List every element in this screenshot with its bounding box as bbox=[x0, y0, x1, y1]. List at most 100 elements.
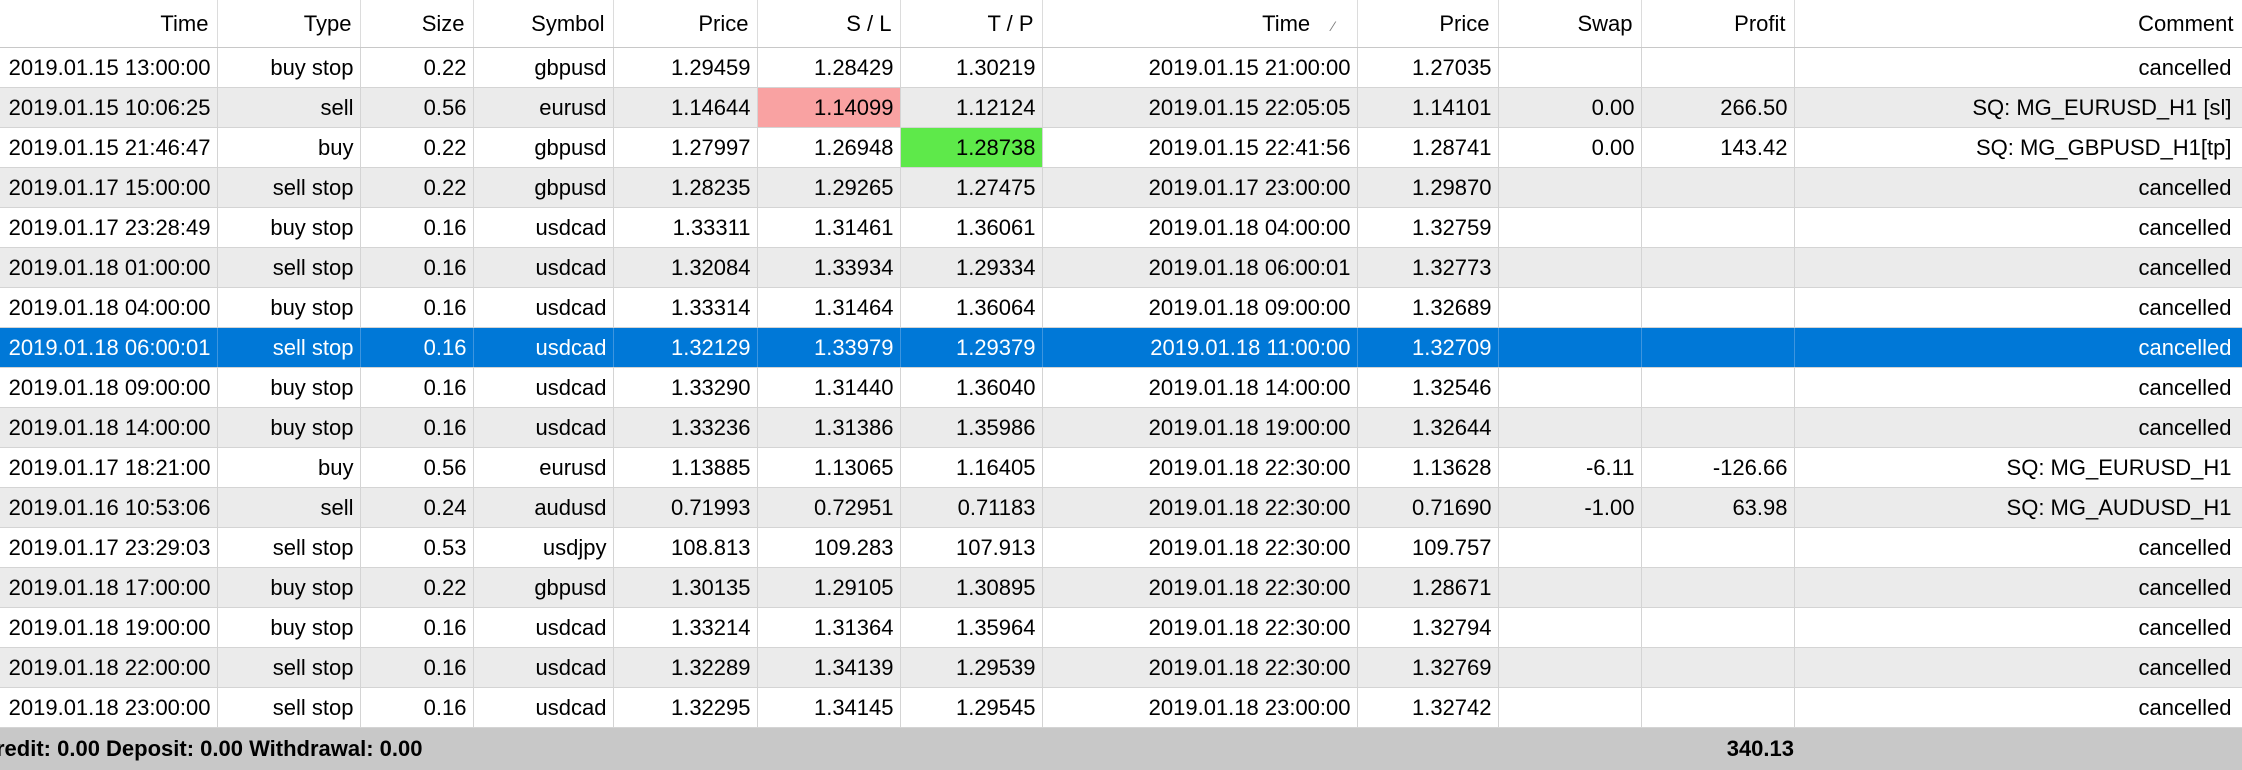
profit-cell bbox=[1641, 407, 1795, 448]
table-row[interactable]: 2019.01.16 10:53:06 sell 0.24 audusd 0.71993… bbox=[0, 487, 2242, 528]
table-row[interactable]: 2019.01.15 13:00:00 buy stop 0.22 gbpusd 1.2… bbox=[0, 47, 2242, 88]
tp-cell: 1.30219 bbox=[900, 47, 1043, 88]
column-header-symbol[interactable]: Symbol bbox=[473, 0, 614, 48]
column-header-close-time[interactable]: Time ⁄ bbox=[1042, 0, 1358, 48]
sl-cell: 1.34139 bbox=[757, 647, 901, 688]
table-row[interactable]: 2019.01.18 04:00:00 buy stop 0.16 usdcad 1.3… bbox=[0, 287, 2242, 328]
tp-cell: 1.29334 bbox=[900, 247, 1043, 288]
header-row: Time Type Size Symbol Price S / L T / P … bbox=[0, 0, 2242, 48]
comment-cell: SQ: MG_AUDUSD_H1 bbox=[1794, 487, 2242, 528]
swap-cell bbox=[1498, 647, 1642, 688]
table-row[interactable]: 2019.01.17 18:21:00 buy 0.56 eurusd 1.13885 1… bbox=[0, 447, 2242, 488]
table-row[interactable]: 2019.01.18 17:00:00 buy stop 0.22 gbpusd 1.3… bbox=[0, 567, 2242, 608]
table-row[interactable]: 2019.01.17 15:00:00 sell stop 0.22 gbpusd 1.… bbox=[0, 167, 2242, 208]
comment-cell: cancelled bbox=[1794, 567, 2242, 608]
open-time-cell: 2019.01.18 04:00:00 bbox=[0, 287, 218, 328]
column-header-label: Size bbox=[421, 10, 465, 36]
comment-cell: cancelled bbox=[1794, 647, 2242, 688]
type-cell: sell bbox=[217, 87, 361, 128]
size-cell: 0.53 bbox=[360, 527, 474, 568]
profit-cell bbox=[1641, 567, 1795, 608]
price-cell: 1.33314 bbox=[613, 287, 758, 328]
tp-cell: 1.12124 bbox=[900, 87, 1043, 128]
type-cell: buy stop bbox=[217, 47, 361, 88]
symbol-cell: gbpusd bbox=[473, 167, 614, 208]
table-row[interactable]: 2019.01.18 23:00:00 sell stop 0.16 usdcad 1.… bbox=[0, 687, 2242, 728]
table-row[interactable]: 2019.01.18 14:00:00 buy stop 0.16 usdcad 1.3… bbox=[0, 407, 2242, 448]
table-row[interactable]: 2019.01.18 19:00:00 buy stop 0.16 usdcad 1.3… bbox=[0, 607, 2242, 648]
swap-cell bbox=[1498, 247, 1642, 288]
table-row[interactable]: 2019.01.18 09:00:00 buy stop 0.16 usdcad 1.3… bbox=[0, 367, 2242, 408]
comment-cell: SQ: MG_GBPUSD_H1[tp] bbox=[1794, 127, 2242, 168]
table-row[interactable]: 2019.01.17 23:28:49 buy stop 0.16 usdcad 1.3… bbox=[0, 207, 2242, 248]
swap-cell bbox=[1498, 207, 1642, 248]
open-time-cell: 2019.01.15 13:00:00 bbox=[0, 47, 218, 88]
column-header-price[interactable]: Price bbox=[613, 0, 758, 48]
swap-cell bbox=[1498, 687, 1642, 728]
summary-bar: redit: 0.00 Deposit: 0.00 Withdrawal: 0.… bbox=[0, 728, 2242, 770]
column-header-close-price[interactable]: Price bbox=[1357, 0, 1499, 48]
tp-cell: 1.29379 bbox=[900, 327, 1043, 368]
column-header-comment[interactable]: Comment bbox=[1794, 0, 2242, 48]
price-cell: 1.14644 bbox=[613, 87, 758, 128]
size-cell: 0.22 bbox=[360, 567, 474, 608]
column-header-type[interactable]: Type bbox=[217, 0, 361, 48]
close-price-cell: 1.32644 bbox=[1357, 407, 1499, 448]
close-time-cell: 2019.01.18 22:30:00 bbox=[1042, 527, 1358, 568]
type-cell: sell stop bbox=[217, 247, 361, 288]
size-cell: 0.56 bbox=[360, 87, 474, 128]
symbol-cell: audusd bbox=[473, 487, 614, 528]
comment-cell: cancelled bbox=[1794, 47, 2242, 88]
table-row[interactable]: 2019.01.17 23:29:03 sell stop 0.53 usdjpy 10… bbox=[0, 527, 2242, 568]
table-row[interactable]: 2019.01.15 10:06:25 sell 0.56 eurusd 1.14644… bbox=[0, 87, 2242, 128]
price-cell: 1.27997 bbox=[613, 127, 758, 168]
close-price-cell: 109.757 bbox=[1357, 527, 1499, 568]
column-header-label: Swap bbox=[1577, 10, 1633, 36]
close-price-cell: 1.32546 bbox=[1357, 367, 1499, 408]
sl-cell: 1.26948 bbox=[757, 127, 901, 168]
size-cell: 0.16 bbox=[360, 407, 474, 448]
sl-cell: 1.14099 bbox=[757, 87, 901, 128]
column-header-open-time[interactable]: Time bbox=[0, 0, 218, 48]
table-body: 2019.01.15 13:00:00 buy stop 0.22 gbpusd 1.2… bbox=[0, 47, 2242, 728]
type-cell: buy stop bbox=[217, 207, 361, 248]
close-price-cell: 1.32759 bbox=[1357, 207, 1499, 248]
close-price-cell: 0.71690 bbox=[1357, 487, 1499, 528]
profit-cell bbox=[1641, 687, 1795, 728]
column-header-sl[interactable]: S / L bbox=[757, 0, 901, 48]
sl-cell: 1.29105 bbox=[757, 567, 901, 608]
open-time-cell: 2019.01.18 01:00:00 bbox=[0, 247, 218, 288]
close-time-cell: 2019.01.18 22:30:00 bbox=[1042, 447, 1358, 488]
tp-cell: 0.71183 bbox=[900, 487, 1043, 528]
column-header-size[interactable]: Size bbox=[360, 0, 474, 48]
size-cell: 0.16 bbox=[360, 327, 474, 368]
type-cell: buy stop bbox=[217, 567, 361, 608]
table-row[interactable]: 2019.01.15 21:46:47 buy 0.22 gbpusd 1.27997 1… bbox=[0, 127, 2242, 168]
tp-cell: 1.35964 bbox=[900, 607, 1043, 648]
column-header-swap[interactable]: Swap bbox=[1498, 0, 1642, 48]
table-row[interactable]: 2019.01.18 06:00:01 sell stop 0.16 usdcad 1.… bbox=[0, 327, 2242, 368]
profit-cell: -126.66 bbox=[1641, 447, 1795, 488]
tp-cell: 1.36061 bbox=[900, 207, 1043, 248]
close-price-cell: 1.32689 bbox=[1357, 287, 1499, 328]
open-time-cell: 2019.01.17 18:21:00 bbox=[0, 447, 218, 488]
table-row[interactable]: 2019.01.18 22:00:00 sell stop 0.16 usdcad 1.… bbox=[0, 647, 2242, 688]
close-time-cell: 2019.01.18 22:30:00 bbox=[1042, 607, 1358, 648]
comment-cell: cancelled bbox=[1794, 327, 2242, 368]
swap-cell: 0.00 bbox=[1498, 127, 1642, 168]
tp-cell: 1.27475 bbox=[900, 167, 1043, 208]
open-time-cell: 2019.01.18 19:00:00 bbox=[0, 607, 218, 648]
comment-cell: SQ: MG_EURUSD_H1 bbox=[1794, 447, 2242, 488]
comment-cell: cancelled bbox=[1794, 407, 2242, 448]
column-header-label: Time bbox=[1262, 10, 1311, 36]
type-cell: sell stop bbox=[217, 647, 361, 688]
type-cell: buy stop bbox=[217, 607, 361, 648]
column-header-tp[interactable]: T / P bbox=[900, 0, 1043, 48]
profit-cell bbox=[1641, 207, 1795, 248]
column-header-profit[interactable]: Profit bbox=[1641, 0, 1795, 48]
price-cell: 0.71993 bbox=[613, 487, 758, 528]
type-cell: sell bbox=[217, 487, 361, 528]
open-time-cell: 2019.01.18 17:00:00 bbox=[0, 567, 218, 608]
table-row[interactable]: 2019.01.18 01:00:00 sell stop 0.16 usdcad 1.… bbox=[0, 247, 2242, 288]
close-time-cell: 2019.01.18 19:00:00 bbox=[1042, 407, 1358, 448]
